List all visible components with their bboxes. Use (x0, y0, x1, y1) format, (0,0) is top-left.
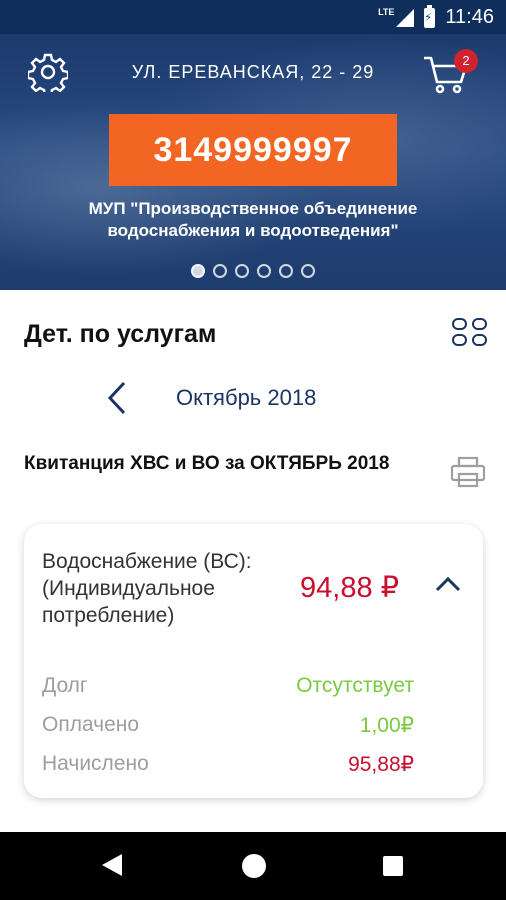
debt-value: Отсутствует (296, 674, 414, 697)
carousel-dot[interactable] (235, 264, 249, 278)
paid-value: 1,00₽ (359, 714, 414, 737)
account-number: 3149999997 (109, 114, 397, 186)
previous-month-button[interactable] (104, 380, 130, 416)
account-header: УЛ. ЕРЕВАНСКАЯ, 22 - 29 2 3149999997 МУП… (0, 34, 506, 290)
status-icons: LTE 11:46 (378, 4, 494, 29)
back-icon[interactable] (102, 854, 122, 876)
debt-row: Долг Отсутствует (42, 674, 414, 698)
charged-row: Начислено 95,88₽ (42, 752, 414, 776)
service-card[interactable]: Водоснабжение (ВС): (Индивидуальное потр… (24, 524, 483, 798)
signal-icon (396, 8, 415, 27)
status-bar: LTE 11:46 (0, 0, 506, 34)
paid-label: Оплачено (42, 713, 140, 736)
debt-label: Долг (42, 674, 88, 697)
service-name: Водоснабжение (ВС): (Индивидуальное потр… (42, 550, 252, 627)
month-label: Октябрь 2018 (176, 385, 317, 410)
recent-apps-icon[interactable] (383, 856, 403, 876)
service-sum: 94,88 ₽ (300, 572, 400, 604)
carousel-dot[interactable] (279, 264, 293, 278)
printer-icon[interactable] (450, 456, 486, 488)
collapse-chevron-up-icon[interactable] (434, 574, 462, 594)
lte-indicator: LTE (378, 6, 395, 17)
cart-count-badge: 2 (454, 49, 478, 73)
carousel-dot[interactable] (191, 264, 205, 278)
provider-name: МУП "Производственное объединение водосн… (88, 199, 418, 240)
carousel-indicator[interactable] (0, 264, 506, 278)
system-nav-bar (0, 832, 506, 900)
paid-row: Оплачено 1,00₽ (42, 713, 414, 737)
carousel-dot[interactable] (213, 264, 227, 278)
home-icon[interactable] (242, 854, 266, 878)
carousel-dot[interactable] (301, 264, 315, 278)
charged-label: Начислено (42, 752, 149, 775)
receipt-title: Квитанция ХВС и ВО за ОКТЯБРЬ 2018 (24, 453, 390, 474)
page-title: Дет. по услугам (24, 320, 217, 348)
charged-value: 95,88₽ (348, 753, 414, 776)
battery-charging-icon (424, 4, 436, 28)
carousel-dot[interactable] (257, 264, 271, 278)
status-time: 11:46 (445, 6, 494, 28)
grid-view-icon[interactable] (452, 318, 488, 348)
